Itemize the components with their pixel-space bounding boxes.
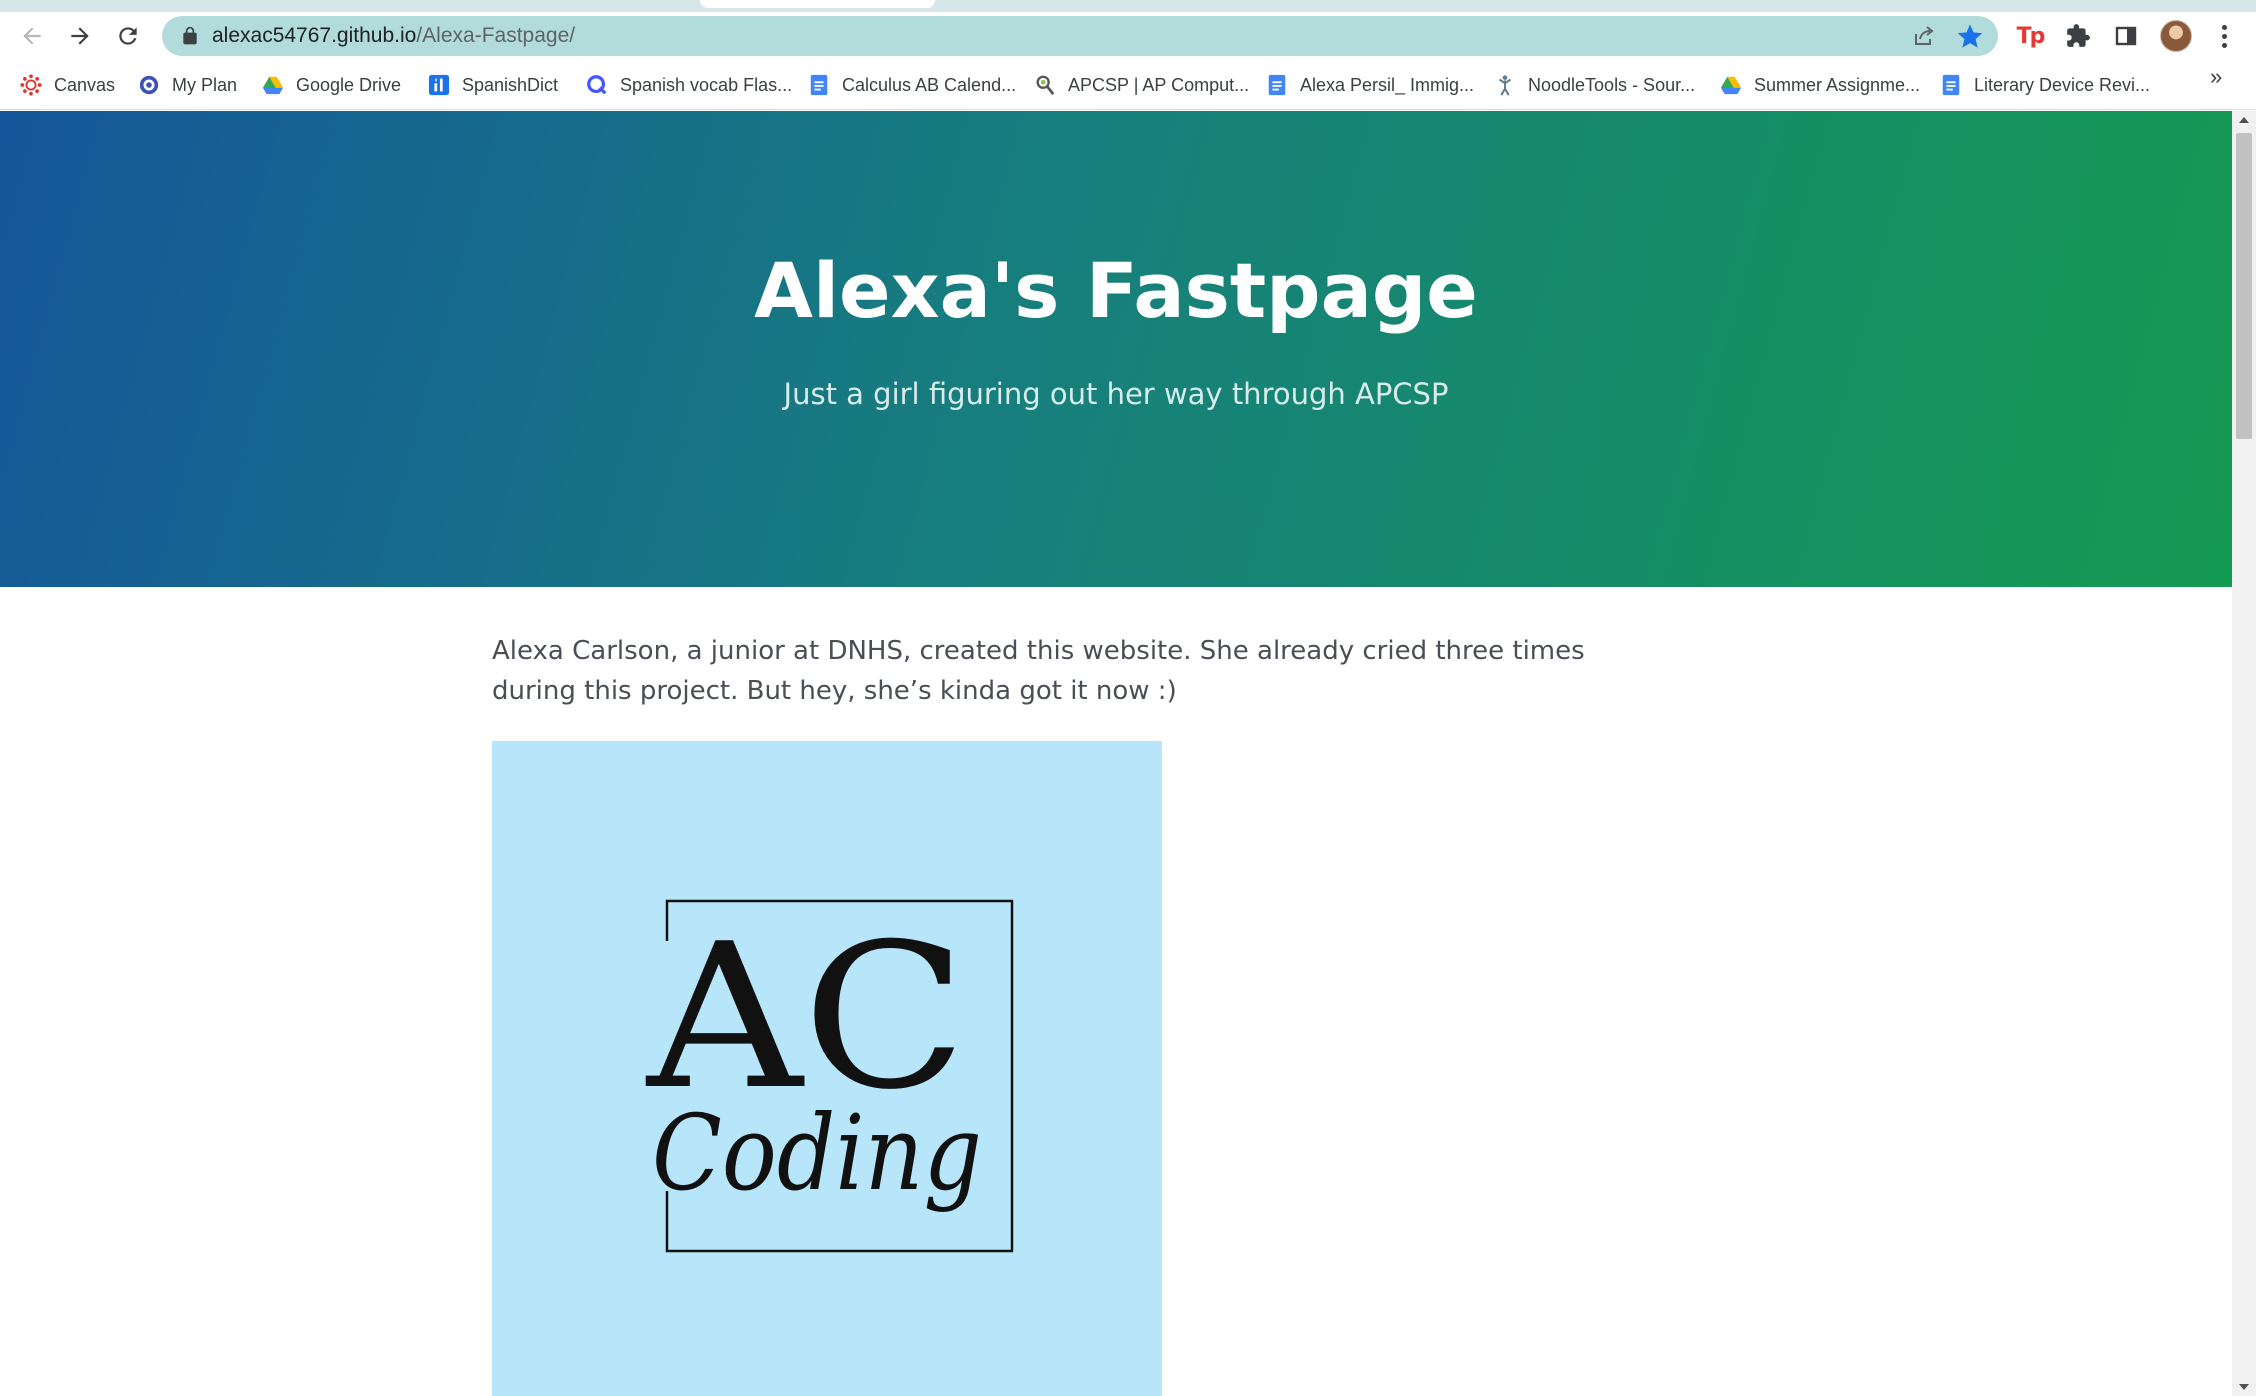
bookmark-label: Literary Device Revi... [1974, 74, 2151, 95]
scrollbar-thumb[interactable] [2236, 133, 2252, 439]
bookmark-calculus[interactable]: Calculus AB Calend... [808, 70, 1016, 100]
browser-menu-button[interactable] [2208, 20, 2240, 52]
url-path: /Alexa-Fastpage/ [416, 24, 576, 47]
bookmark-literary-device[interactable]: Literary Device Revi... [1940, 70, 2150, 100]
tab-strip [0, 0, 2256, 12]
logo-word: Coding [652, 1092, 982, 1214]
bookmark-label: Calculus AB Calend... [842, 74, 1017, 95]
google-drive-icon [262, 74, 284, 96]
bookmark-label: APCSP | AP Comput... [1068, 74, 1250, 95]
google-docs-icon [808, 74, 830, 96]
bookmark-label: Canvas [54, 74, 116, 95]
arrow-right-icon [71, 27, 89, 45]
page-scrollbar[interactable] [2232, 111, 2256, 1396]
side-panel-icon [2115, 26, 2137, 46]
back-button[interactable] [12, 16, 52, 56]
scroll-up-arrow-icon[interactable] [2239, 117, 2249, 123]
apcsp-icon [1034, 74, 1056, 96]
bookmark-label: SpanishDict [462, 74, 559, 95]
logo-graphic: AC Coding [642, 899, 1014, 1253]
profile-avatar[interactable] [2160, 20, 2192, 52]
spanishdict-icon [428, 74, 450, 96]
reload-button[interactable] [108, 16, 148, 56]
bookmark-label: Alexa Persil_ Immig... [1300, 74, 1475, 95]
bookmark-google-drive[interactable]: Google Drive [262, 70, 401, 100]
bookmark-label: Google Drive [296, 74, 402, 95]
bookmark-canvas[interactable]: Canvas [20, 70, 115, 100]
bookmark-summer-assignment[interactable]: Summer Assignme... [1720, 70, 1920, 100]
reload-icon [119, 27, 137, 45]
intro-paragraph: Alexa Carlson, a junior at DNHS, created… [492, 636, 1585, 706]
extensions-button[interactable] [2062, 20, 2094, 52]
extension-tp-label: Tp [2016, 23, 2046, 49]
page-subtitle: Just a girl figuring out her way through… [783, 377, 1449, 411]
puzzle-icon [2067, 24, 2090, 47]
more-bookmarks-button[interactable]: » [2210, 64, 2222, 90]
ac-coding-logo-image: AC Coding [492, 741, 1162, 1396]
myplan-icon [138, 74, 160, 96]
url-host: alexac54767.github.io [212, 24, 417, 47]
hero-banner: Alexa's Fastpage Just a girl figuring ou… [0, 111, 2232, 587]
bookmark-label: Summer Assignme... [1754, 74, 1921, 95]
lock-icon [183, 26, 197, 45]
extension-tp-icon[interactable]: Tp [2014, 20, 2046, 52]
bookmark-label: My Plan [172, 74, 238, 95]
noodletools-icon [1494, 74, 1516, 96]
bookmark-alexa-persil[interactable]: Alexa Persil_ Immig... [1266, 70, 1474, 100]
address-bar[interactable]: alexac54767.github.io/Alexa-Fastpage/ [162, 16, 1998, 56]
bookmark-apcsp[interactable]: APCSP | AP Comput... [1034, 70, 1249, 100]
google-docs-icon [1266, 74, 1288, 96]
bookmark-label: Spanish vocab Flas... [620, 74, 793, 95]
bookmark-star-icon[interactable] [1956, 22, 1984, 50]
forward-button[interactable] [60, 16, 100, 56]
arrow-left-icon [23, 27, 41, 45]
bookmarks-bar: Canvas My Plan Google Drive SpanishDict … [0, 60, 2256, 110]
page-title: Alexa's Fastpage [754, 246, 1478, 335]
browser-toolbar: alexac54767.github.io/Alexa-Fastpage/ Tp [0, 12, 2256, 60]
share-icon[interactable] [1912, 24, 1936, 48]
url-text[interactable]: alexac54767.github.io/Alexa-Fastpage/ [212, 24, 575, 48]
bookmark-noodletools[interactable]: NoodleTools - Sour... [1494, 70, 1695, 100]
page-viewport: Alexa's Fastpage Just a girl figuring ou… [0, 111, 2232, 1396]
canvas-icon [20, 74, 42, 96]
google-drive-icon [1720, 74, 1742, 96]
google-docs-icon [1940, 74, 1962, 96]
bookmark-spanishdict[interactable]: SpanishDict [428, 70, 558, 100]
scroll-down-arrow-icon[interactable] [2239, 1384, 2249, 1390]
side-panel-button[interactable] [2110, 20, 2142, 52]
bookmark-my-plan[interactable]: My Plan [138, 70, 237, 100]
quizlet-icon [586, 74, 608, 96]
bookmark-spanish-vocab[interactable]: Spanish vocab Flas... [586, 70, 792, 100]
main-content: Alexa Carlson, a junior at DNHS, created… [492, 631, 1672, 711]
active-tab[interactable] [700, 0, 935, 8]
bookmark-label: NoodleTools - Sour... [1528, 74, 1696, 95]
